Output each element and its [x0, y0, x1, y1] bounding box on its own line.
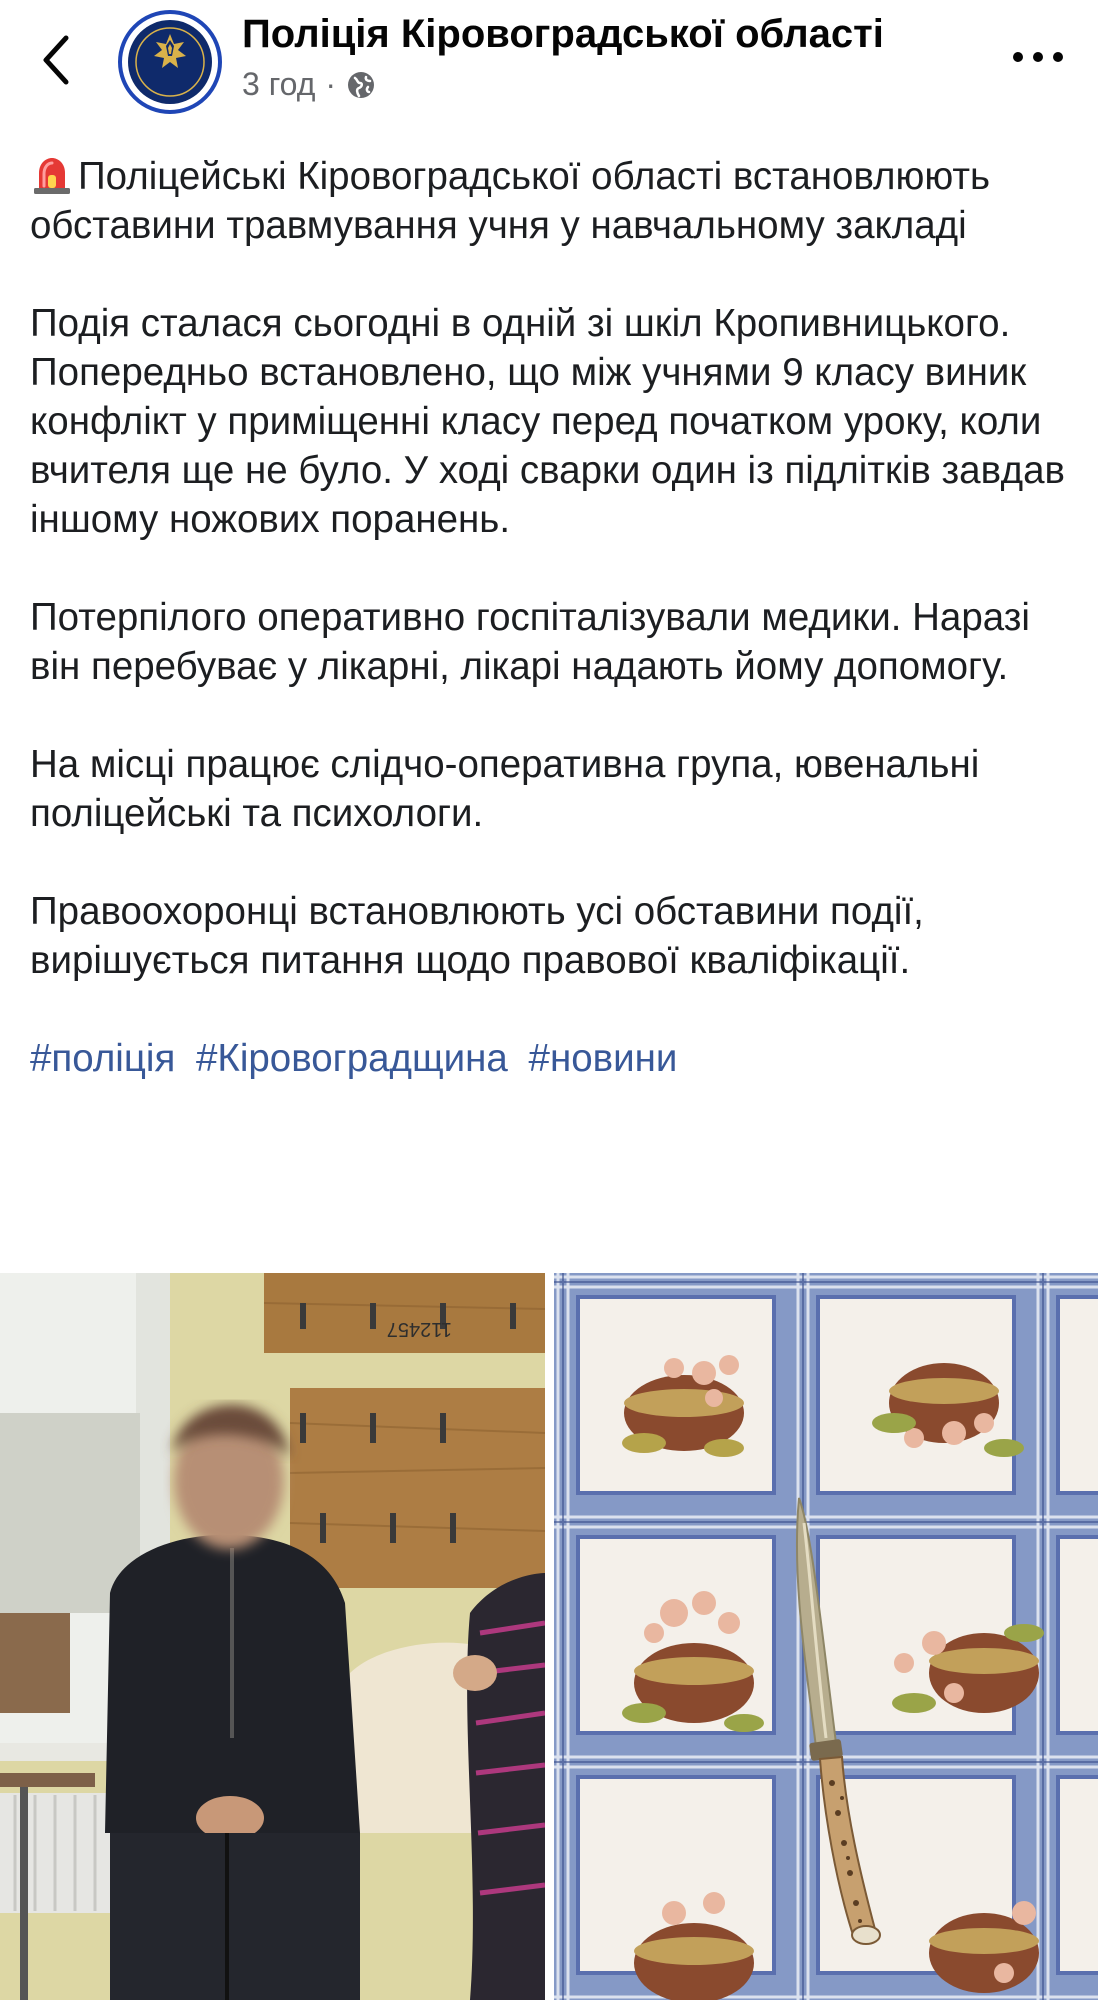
siren-icon — [30, 155, 74, 195]
hashtag-link[interactable]: #Кіровоградщина — [196, 1037, 508, 1080]
page-name[interactable]: Поліція Кіровоградської області — [242, 12, 884, 57]
police-logo — [128, 20, 212, 104]
meta-separator: · — [325, 66, 337, 102]
hashtags: #поліція #Кіровоградщина #новини — [30, 1034, 1075, 1083]
hashtag-link[interactable]: #поліція — [30, 1037, 175, 1080]
globe-icon — [346, 70, 376, 100]
student-photo-image: 112457 — [0, 1273, 545, 2000]
post-meta: 3 год · — [242, 66, 376, 103]
photo-student[interactable]: 112457 — [0, 1273, 545, 2000]
chevron-left-icon — [43, 35, 69, 85]
post-body: Поліцейські Кіровоградської області вста… — [30, 152, 1075, 1132]
knife-photo-image — [554, 1273, 1098, 2000]
more-dots-icon — [1013, 52, 1063, 62]
post-title: Поліцейські Кіровоградської області вста… — [30, 155, 991, 247]
post-time[interactable]: 3 год — [242, 66, 315, 103]
post-title-paragraph: Поліцейські Кіровоградської області вста… — [30, 152, 1075, 250]
back-button[interactable] — [36, 30, 80, 90]
post-header: Поліція Кіровоградської області 3 год · — [0, 0, 1098, 130]
more-options-button[interactable] — [1010, 42, 1066, 72]
post-paragraph: Потерпілого оперативно госпіталізували м… — [30, 596, 1030, 688]
post-paragraph: На місці працює слідчо-оперативна група,… — [30, 743, 980, 835]
board-handwriting: 112457 — [387, 1318, 452, 1340]
post-paragraph: Правоохоронці встановлюють усі обставини… — [30, 890, 924, 982]
hashtag-link[interactable]: #новини — [529, 1037, 678, 1080]
page-avatar[interactable] — [118, 10, 222, 114]
photo-knife[interactable] — [554, 1273, 1098, 2000]
post-paragraph: Подія сталася сьогодні в одній зі шкіл К… — [30, 302, 1065, 541]
